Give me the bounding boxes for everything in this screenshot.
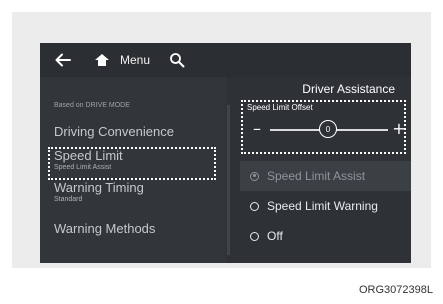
option-label: Speed Limit Assist: [267, 169, 366, 183]
list-item-driving-convenience[interactable]: Driving Convenience: [54, 125, 174, 139]
list-item-label: Warning Methods: [54, 221, 156, 236]
search-icon[interactable]: [166, 43, 188, 77]
option-speed-limit-assist[interactable]: Speed Limit Assist: [240, 161, 411, 191]
option-off[interactable]: Off: [240, 221, 411, 251]
option-label: Off: [267, 229, 283, 243]
infotainment-screen: Menu Based on DRIVE MODE Driving Conveni…: [40, 43, 411, 263]
scrollbar[interactable]: [227, 105, 230, 255]
option-speed-limit-warning[interactable]: Speed Limit Warning: [240, 191, 411, 221]
home-icon-glyph: [95, 54, 109, 66]
list-item-warning-timing[interactable]: Warning Timing Standard: [54, 181, 144, 204]
highlight-box-speed-limit: [48, 147, 216, 180]
drive-mode-caption: Based on DRIVE MODE: [54, 102, 130, 109]
arrow-left-icon[interactable]: [52, 43, 74, 77]
radio-selected-icon: [250, 171, 259, 181]
option-label: Speed Limit Warning: [267, 199, 378, 213]
figure-code: ORG3072398L: [359, 284, 433, 296]
top-bar: Menu: [40, 43, 411, 77]
menu-button[interactable]: Menu: [120, 43, 150, 77]
list-item-label: Warning Timing: [54, 180, 144, 195]
arrow-left-icon-glyph: [55, 53, 71, 67]
search-icon-glyph: [170, 53, 185, 68]
list-item-sublabel: Standard: [54, 196, 83, 203]
highlight-box-speed-limit-offset: [241, 100, 406, 154]
panel-title: Driver Assistance: [302, 82, 395, 96]
list-item-label: Driving Convenience: [54, 124, 174, 139]
home-icon[interactable]: [91, 43, 113, 77]
list-item-warning-methods[interactable]: Warning Methods: [54, 222, 155, 236]
radio-icon: [250, 231, 259, 241]
radio-icon: [250, 201, 259, 211]
